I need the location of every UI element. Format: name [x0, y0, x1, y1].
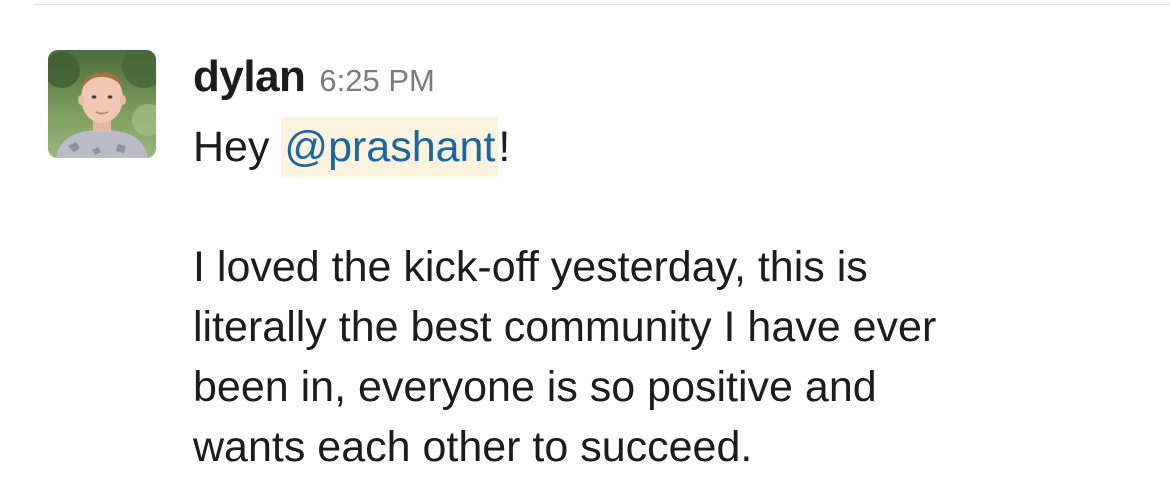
avatar[interactable] [48, 50, 156, 158]
message-body: Hey @prashant! I loved the kick-off yest… [193, 117, 1143, 477]
greeting-suffix: ! [498, 123, 511, 171]
user-mention[interactable]: @prashant [281, 117, 499, 177]
message-line: wants each other to succeed. [193, 423, 753, 471]
author-name[interactable]: dylan [193, 52, 306, 102]
greeting-line: Hey @prashant! [193, 117, 1143, 177]
greeting-prefix: Hey [193, 123, 282, 171]
message-header: dylan 6:25 PM [193, 52, 1143, 112]
message-timestamp[interactable]: 6:25 PM [319, 63, 434, 99]
chat-message: dylan 6:25 PM Hey @prashant! I loved the… [0, 0, 1170, 504]
message-line: I loved the kick-off yesterday, this is [193, 243, 868, 291]
user-photo-icon [48, 50, 156, 158]
message-line: been in, everyone is so positive and [193, 363, 877, 411]
message-line: literally the best community I have ever [193, 303, 937, 351]
message-content: dylan 6:25 PM Hey @prashant! I loved the… [193, 52, 1143, 477]
